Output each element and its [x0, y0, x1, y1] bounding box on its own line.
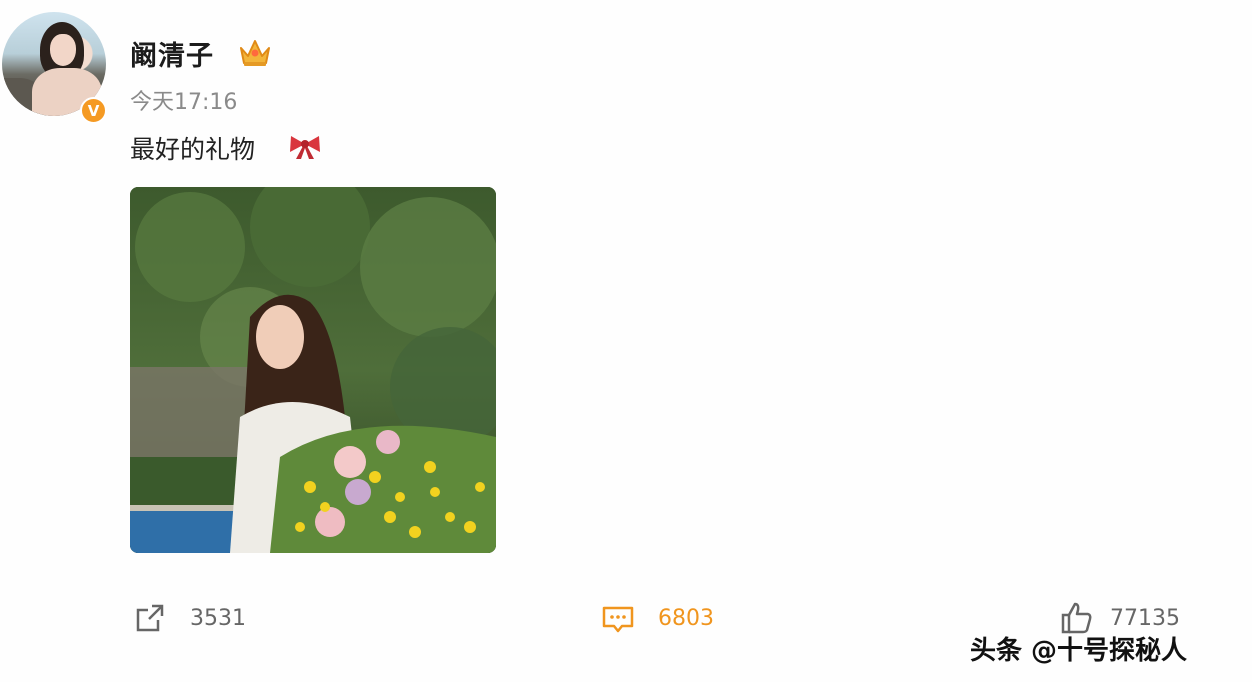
like-count: 77135: [1110, 605, 1180, 631]
username[interactable]: 阚清子: [130, 34, 214, 73]
verified-badge: V: [80, 97, 107, 124]
post-text: 最好的礼物: [130, 135, 256, 164]
bow-icon: [290, 136, 320, 159]
avatar-face: [50, 34, 76, 66]
post-image[interactable]: [130, 187, 496, 553]
comment-button[interactable]: 6803: [600, 600, 714, 636]
crown-icon: [240, 40, 270, 66]
post-timestamp: 今天17:16: [130, 90, 238, 115]
share-icon: [136, 604, 164, 632]
weibo-post: V 阚清子 今天17:16 最好的礼物 3531 6803 77135 头条 @…: [0, 0, 1252, 682]
comment-icon: [602, 606, 634, 633]
comment-count: 6803: [658, 605, 714, 631]
repost-button[interactable]: 3531: [132, 600, 246, 636]
source-watermark: 头条 @十号探秘人: [970, 636, 1188, 666]
repost-count: 3531: [190, 605, 246, 631]
